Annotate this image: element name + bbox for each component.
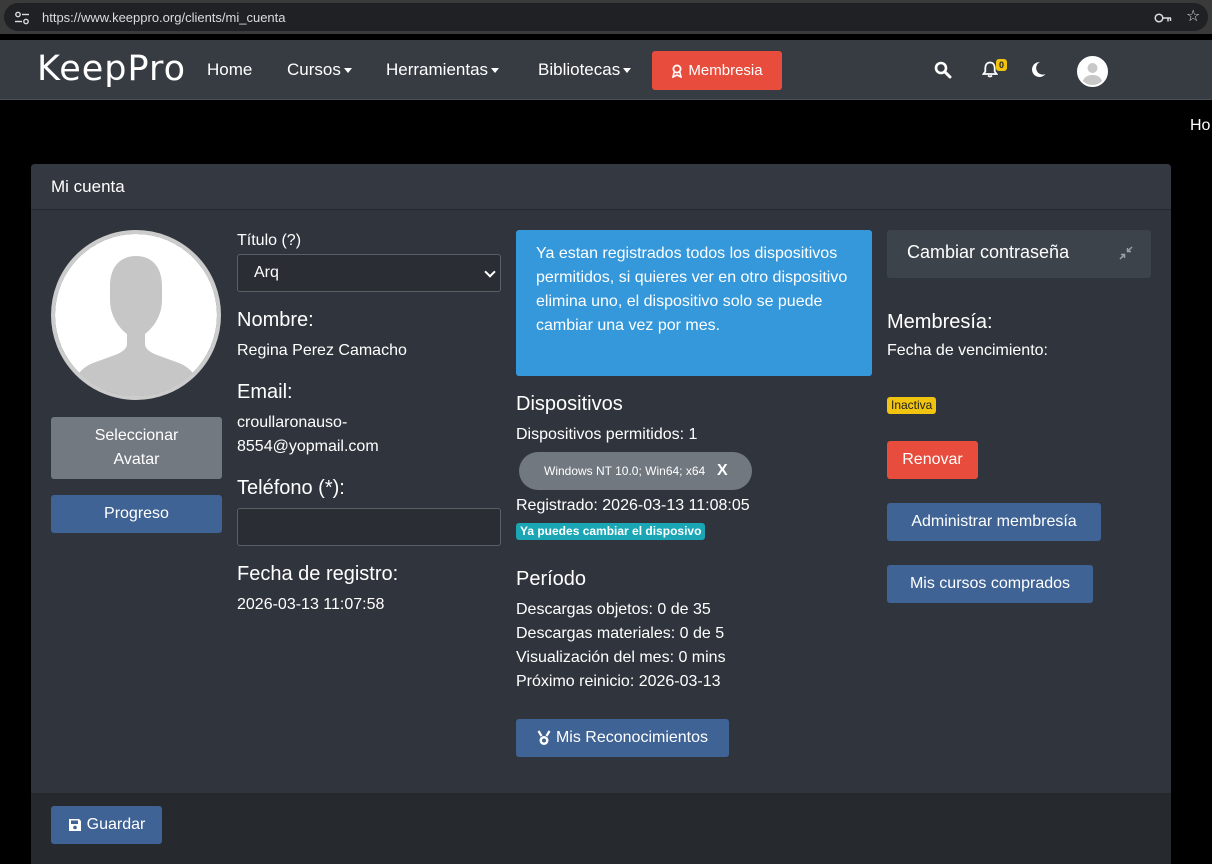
descargas-materiales: Descargas materiales: 0 de 5 bbox=[516, 625, 725, 642]
notifications-count-badge: 0 bbox=[996, 59, 1008, 71]
bookmark-star-icon[interactable]: ☆ bbox=[1186, 9, 1200, 25]
browser-toolbar: https://www.keeppro.org/clients/mi_cuent… bbox=[0, 0, 1212, 34]
nav-home[interactable]: Home bbox=[207, 60, 252, 80]
membresia-button[interactable]: Membresia bbox=[652, 51, 782, 90]
card-title: Mi cuenta bbox=[51, 177, 125, 196]
proximo-reinicio: Próximo reinicio: 2026-03-13 bbox=[516, 673, 721, 690]
compress-icon bbox=[1119, 246, 1133, 260]
caret-down-icon bbox=[623, 68, 632, 74]
titulo-select-value: Arq bbox=[254, 264, 279, 281]
renovar-button[interactable]: Renovar bbox=[887, 441, 978, 479]
nav-bibliotecas-label: Bibliotecas bbox=[538, 60, 621, 79]
email-label: Email: bbox=[237, 381, 293, 403]
nav-herramientas[interactable]: Herramientas bbox=[386, 60, 500, 80]
site-navbar: KeepPro Home Cursos Herramientas Bibliot… bbox=[0, 40, 1212, 100]
url-text[interactable]: https://www.keeppro.org/clients/mi_cuent… bbox=[42, 10, 286, 25]
telefono-label: Teléfono (*): bbox=[237, 477, 345, 499]
save-icon bbox=[68, 819, 81, 831]
mis-cursos-comprados-button[interactable]: Mis cursos comprados bbox=[887, 565, 1093, 603]
user-silhouette-icon bbox=[55, 234, 217, 396]
membresia-heading: Membresía: bbox=[887, 311, 993, 333]
breadcrumb-home[interactable]: Ho bbox=[1190, 117, 1210, 135]
award-icon bbox=[672, 64, 683, 78]
cambiar-contrasena-button[interactable]: Cambiar contraseña bbox=[887, 230, 1151, 278]
mis-reconocimientos-label: Mis Reconocimientos bbox=[555, 729, 709, 746]
caret-down-icon bbox=[491, 68, 500, 74]
progreso-button[interactable]: Progreso bbox=[51, 495, 222, 533]
chevron-down-icon bbox=[484, 266, 496, 278]
device-chip: Windows NT 10.0; Win64; x64 X bbox=[519, 452, 752, 490]
devices-alert: Ya estan registrados todos los dispositi… bbox=[516, 230, 872, 376]
email-value-line2: 8554@yopmail.com bbox=[237, 438, 379, 455]
caret-down-icon bbox=[343, 68, 352, 74]
nav-cursos[interactable]: Cursos bbox=[287, 60, 352, 80]
change-device-badge: Ya puedes cambiar el disposivo bbox=[516, 523, 706, 540]
card-header: Mi cuenta bbox=[31, 164, 1171, 210]
remove-device-button[interactable]: X bbox=[717, 462, 728, 480]
dispositivos-heading: Dispositivos bbox=[516, 393, 623, 415]
cambiar-contrasena-label: Cambiar contraseña bbox=[907, 242, 1070, 262]
user-avatar[interactable] bbox=[1077, 56, 1108, 87]
telefono-input[interactable] bbox=[237, 508, 501, 546]
medal-icon bbox=[537, 730, 551, 745]
dispositivos-permitidos: Dispositivos permitidos: 1 bbox=[516, 426, 698, 443]
nav-cursos-label: Cursos bbox=[287, 60, 341, 79]
guardar-button[interactable]: Guardar bbox=[51, 806, 162, 844]
administrar-membresia-button[interactable]: Administrar membresía bbox=[887, 503, 1101, 541]
visualizacion-mes: Visualización del mes: 0 mins bbox=[516, 649, 726, 666]
search-icon[interactable] bbox=[934, 61, 952, 79]
device-registrado: Registrado: 2026-03-13 11:08:05 bbox=[516, 497, 750, 514]
fecha-vencimiento-label: Fecha de vencimiento: bbox=[887, 342, 1048, 359]
nombre-label: Nombre: bbox=[237, 309, 314, 331]
titulo-label: Título (?) bbox=[237, 232, 302, 249]
nombre-value: Regina Perez Camacho bbox=[237, 342, 407, 359]
fecha-registro-label: Fecha de registro: bbox=[237, 563, 399, 585]
nav-bibliotecas[interactable]: Bibliotecas bbox=[538, 60, 632, 80]
key-icon[interactable] bbox=[1154, 11, 1172, 25]
select-avatar-label-line1: Seleccionar bbox=[94, 427, 179, 444]
nav-herramientas-label: Herramientas bbox=[386, 60, 489, 79]
select-avatar-button[interactable]: Seleccionar Avatar bbox=[51, 417, 222, 479]
keeppro-logo[interactable]: KeepPro bbox=[37, 49, 186, 89]
profile-avatar bbox=[51, 230, 221, 400]
device-name: Windows NT 10.0; Win64; x64 bbox=[544, 464, 706, 478]
site-settings-icon[interactable] bbox=[14, 11, 30, 25]
address-bar[interactable]: https://www.keeppro.org/clients/mi_cuent… bbox=[4, 3, 1208, 31]
titulo-select[interactable]: Arq bbox=[237, 254, 501, 292]
membership-status-badge: Inactiva bbox=[887, 397, 937, 414]
user-silhouette-icon bbox=[1079, 58, 1106, 85]
account-card: Mi cuenta Seleccionar Avatar Progreso Tí… bbox=[31, 164, 1171, 864]
membresia-button-label: Membresia bbox=[688, 62, 763, 79]
card-footer: Guardar bbox=[31, 793, 1171, 864]
periodo-heading: Período bbox=[516, 568, 587, 590]
email-value-line1: croullaronauso- bbox=[237, 414, 348, 431]
select-avatar-label-line2: Avatar bbox=[113, 451, 160, 468]
descargas-objetos: Descargas objetos: 0 de 35 bbox=[516, 601, 711, 618]
moon-icon[interactable] bbox=[1030, 61, 1046, 78]
guardar-label: Guardar bbox=[86, 816, 146, 833]
mis-reconocimientos-button[interactable]: Mis Reconocimientos bbox=[516, 719, 729, 757]
fecha-registro-value: 2026-03-13 11:07:58 bbox=[237, 596, 385, 613]
